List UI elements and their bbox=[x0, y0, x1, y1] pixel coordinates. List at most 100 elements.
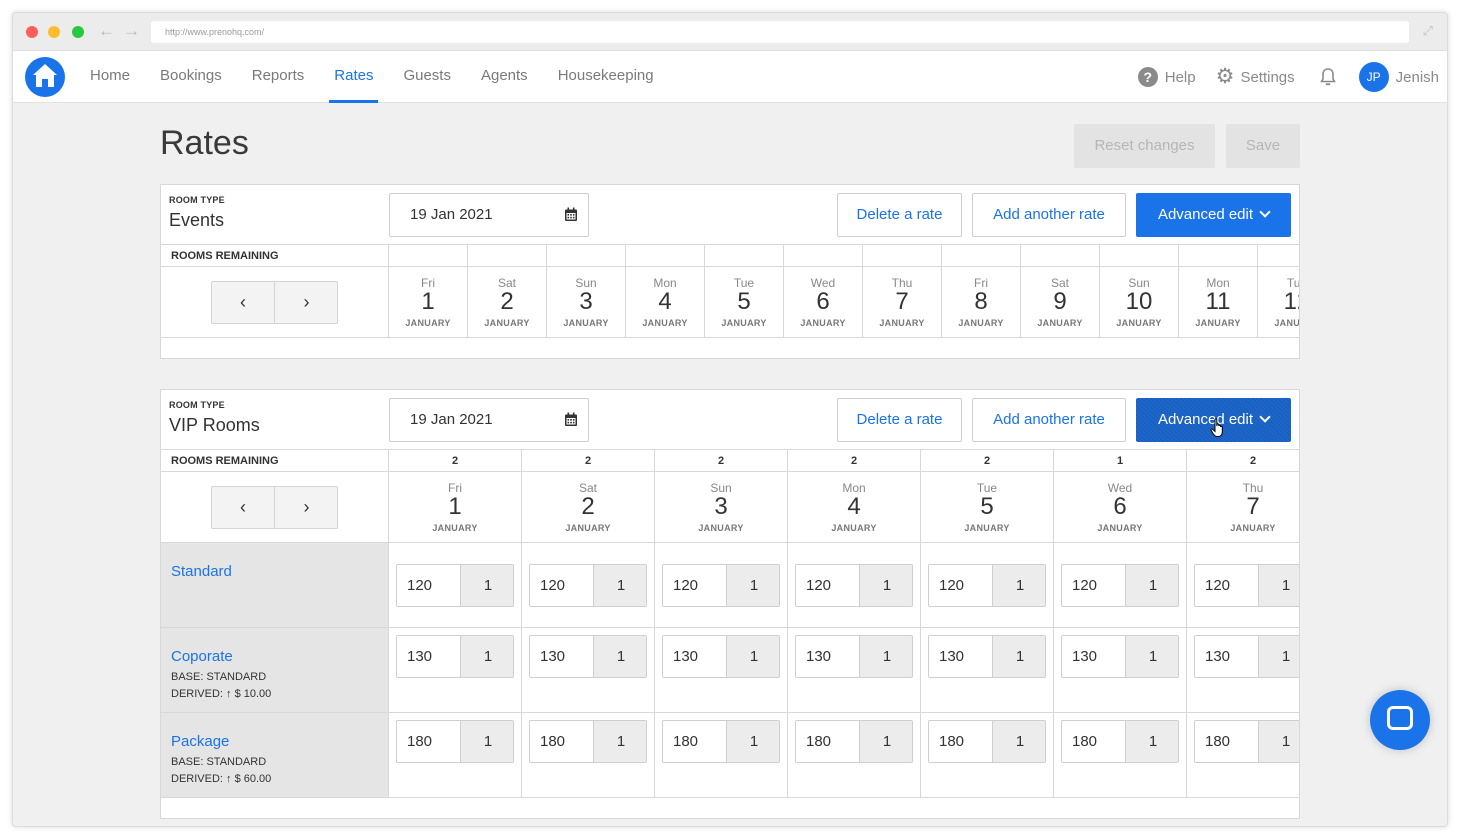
rate-plan-meta: BASE: STANDARD DERIVED: ↑ $ 60.00 bbox=[171, 754, 388, 788]
min-stay-input[interactable]: 1 bbox=[727, 636, 779, 677]
rate-price-input[interactable]: 180 bbox=[530, 721, 594, 762]
help-icon: ? bbox=[1137, 67, 1158, 87]
nav-rates[interactable]: Rates bbox=[319, 51, 388, 103]
rate-plan-link[interactable]: Standard bbox=[171, 563, 388, 580]
rate-price-input[interactable]: 130 bbox=[663, 636, 727, 677]
calendar-icon[interactable] bbox=[564, 412, 578, 427]
min-stay-input[interactable]: 1 bbox=[461, 721, 513, 762]
rate-plan-link[interactable]: Package bbox=[171, 733, 388, 750]
rate-plan-meta: BASE: STANDARD DERIVED: ↑ $ 10.00 bbox=[171, 669, 388, 703]
min-stay-input[interactable]: 1 bbox=[594, 721, 646, 762]
day-month: JANUARY bbox=[879, 318, 925, 328]
rate-price-input[interactable]: 120 bbox=[397, 565, 461, 606]
back-arrow-icon[interactable]: ← bbox=[98, 21, 115, 41]
reset-changes-button[interactable]: Reset changes bbox=[1074, 124, 1215, 168]
rate-price-input[interactable]: 120 bbox=[1062, 565, 1126, 606]
rate-price-input[interactable]: 180 bbox=[796, 721, 860, 762]
rate-price-input[interactable]: 180 bbox=[1195, 721, 1259, 762]
next-dates-button[interactable]: › bbox=[275, 487, 338, 528]
prev-dates-button[interactable]: ‹ bbox=[212, 487, 275, 528]
rate-price-input[interactable]: 120 bbox=[1195, 565, 1259, 606]
settings-link[interactable]: ⚙ Settings bbox=[1216, 66, 1295, 87]
min-stay-input[interactable]: 1 bbox=[594, 565, 646, 606]
rate-price-input[interactable]: 180 bbox=[663, 721, 727, 762]
min-stay-input[interactable]: 1 bbox=[1259, 565, 1299, 606]
url-bar[interactable]: http://www.prenohq.com/ bbox=[151, 21, 1409, 43]
min-stay-input[interactable]: 1 bbox=[1126, 721, 1178, 762]
delete-rate-button[interactable]: Delete a rate bbox=[837, 398, 962, 442]
rate-cell: 180 1 bbox=[1054, 713, 1187, 798]
min-stay-input[interactable]: 1 bbox=[1126, 565, 1178, 606]
rate-price-input[interactable]: 130 bbox=[397, 636, 461, 677]
min-stay-input[interactable]: 1 bbox=[860, 565, 912, 606]
rate-price-input[interactable]: 130 bbox=[530, 636, 594, 677]
nav-housekeeping[interactable]: Housekeeping bbox=[543, 51, 669, 103]
min-stay-input[interactable]: 1 bbox=[993, 565, 1045, 606]
min-stay-input[interactable]: 1 bbox=[993, 721, 1045, 762]
rate-price-input[interactable]: 120 bbox=[796, 565, 860, 606]
day-number: 11 bbox=[1205, 288, 1231, 315]
delete-rate-button[interactable]: Delete a rate bbox=[837, 193, 962, 237]
nav-bookings[interactable]: Bookings bbox=[145, 51, 237, 103]
next-dates-button[interactable]: › bbox=[275, 282, 338, 323]
min-stay-input[interactable]: 1 bbox=[860, 636, 912, 677]
min-stay-input[interactable]: 1 bbox=[1259, 636, 1299, 677]
nav-reports[interactable]: Reports bbox=[237, 51, 320, 103]
nav-home[interactable]: Home bbox=[75, 51, 145, 103]
rate-price-input[interactable]: 180 bbox=[1062, 721, 1126, 762]
logo-icon[interactable] bbox=[25, 57, 65, 97]
advanced-edit-button[interactable]: Advanced edit bbox=[1136, 193, 1291, 237]
rate-price-input[interactable]: 180 bbox=[929, 721, 993, 762]
maximize-window-button[interactable] bbox=[72, 26, 84, 38]
add-rate-button[interactable]: Add another rate bbox=[972, 398, 1126, 442]
date-picker-input[interactable]: 19 Jan 2021 bbox=[389, 398, 589, 442]
settings-label: Settings bbox=[1240, 68, 1295, 86]
day-number: 3 bbox=[579, 288, 593, 315]
close-window-button[interactable] bbox=[26, 26, 38, 38]
min-stay-input[interactable]: 1 bbox=[461, 565, 513, 606]
min-stay-input[interactable]: 1 bbox=[727, 565, 779, 606]
min-stay-input[interactable]: 1 bbox=[1259, 721, 1299, 762]
rate-price-input[interactable]: 130 bbox=[929, 636, 993, 677]
rooms-remaining-count bbox=[547, 245, 626, 267]
rate-price-input[interactable]: 130 bbox=[1062, 636, 1126, 677]
rate-price-input[interactable]: 120 bbox=[929, 565, 993, 606]
day-header: Sat 2 JANUARY bbox=[468, 267, 547, 338]
rate-input-group: 120 1 bbox=[662, 564, 780, 607]
day-header: Wed 6 JANUARY bbox=[1054, 472, 1187, 543]
rooms-remaining-label: ROOMS REMAINING bbox=[161, 450, 389, 472]
rate-price-input[interactable]: 130 bbox=[1195, 636, 1259, 677]
chat-button[interactable] bbox=[1370, 690, 1430, 750]
min-stay-input[interactable]: 1 bbox=[727, 721, 779, 762]
day-header: Thu 7 JANUARY bbox=[863, 267, 942, 338]
rate-price-input[interactable]: 120 bbox=[530, 565, 594, 606]
user-menu[interactable]: JP Jenish bbox=[1358, 62, 1439, 92]
rate-price-input[interactable]: 120 bbox=[663, 565, 727, 606]
min-stay-input[interactable]: 1 bbox=[594, 636, 646, 677]
min-stay-input[interactable]: 1 bbox=[860, 721, 912, 762]
nav-agents[interactable]: Agents bbox=[466, 51, 543, 103]
min-stay-input[interactable]: 1 bbox=[993, 636, 1045, 677]
notifications-button[interactable] bbox=[1319, 67, 1337, 87]
rate-price-input[interactable]: 180 bbox=[397, 721, 461, 762]
save-button[interactable]: Save bbox=[1226, 124, 1300, 168]
advanced-edit-label: Advanced edit bbox=[1157, 206, 1254, 223]
calendar-icon[interactable] bbox=[564, 207, 578, 222]
rate-plan-link[interactable]: Coporate bbox=[171, 648, 388, 665]
min-stay-input[interactable]: 1 bbox=[1126, 636, 1178, 677]
min-stay-input[interactable]: 1 bbox=[461, 636, 513, 677]
advanced-edit-label: Advanced edit bbox=[1157, 411, 1254, 428]
rate-cell: 120 1 bbox=[655, 543, 788, 628]
forward-arrow-icon[interactable]: → bbox=[123, 21, 140, 41]
help-link[interactable]: ? Help bbox=[1137, 67, 1196, 87]
minimize-window-button[interactable] bbox=[48, 26, 60, 38]
prev-dates-button[interactable]: ‹ bbox=[212, 282, 275, 323]
rate-price-input[interactable]: 130 bbox=[796, 636, 860, 677]
day-header: Sun 3 JANUARY bbox=[655, 472, 788, 543]
nav-guests[interactable]: Guests bbox=[388, 51, 466, 103]
rate-input-group: 180 1 bbox=[1061, 720, 1179, 763]
expand-icon[interactable]: ⤢ bbox=[1423, 23, 1433, 39]
browser-chrome: ← → http://www.prenohq.com/ ⤢ bbox=[13, 13, 1447, 51]
add-rate-button[interactable]: Add another rate bbox=[972, 193, 1126, 237]
date-picker-input[interactable]: 19 Jan 2021 bbox=[389, 193, 589, 237]
